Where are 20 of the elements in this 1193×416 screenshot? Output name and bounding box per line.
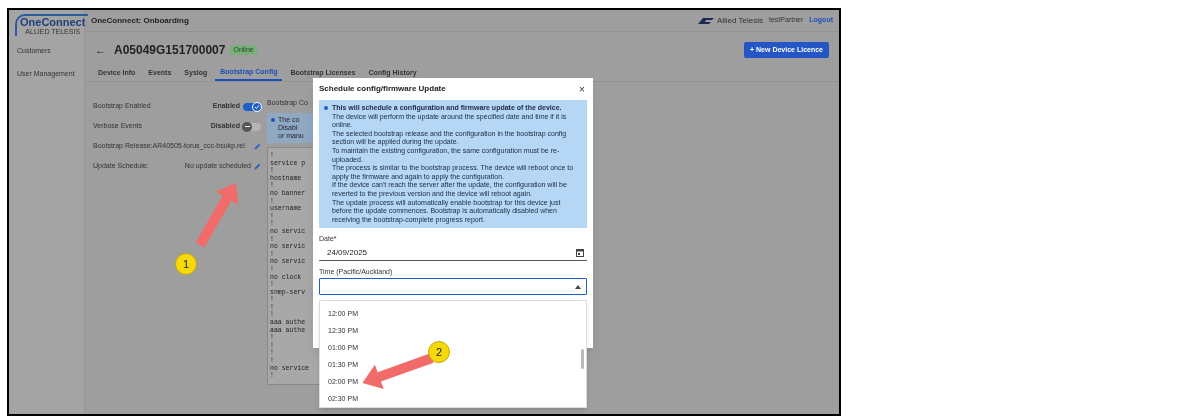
minus-icon <box>244 125 250 128</box>
check-icon <box>254 103 260 110</box>
logo-mark-icon <box>697 17 714 24</box>
scrollbar-thumb[interactable] <box>581 349 584 369</box>
time-select[interactable] <box>319 278 587 296</box>
toggle-switch[interactable] <box>243 122 261 131</box>
pointer-arrow <box>362 353 434 390</box>
app-title: OneConnect: Onboarding <box>91 14 189 27</box>
dialog-title: Schedule config/firmware Update <box>319 83 446 95</box>
caret-icon <box>575 284 581 289</box>
brand-name: Allied Telesis <box>716 14 764 27</box>
device-id: A05049G151700007 <box>114 42 226 59</box>
pointer-arrow <box>195 182 239 248</box>
date-field[interactable]: 24/09/2025 <box>319 245 587 261</box>
logo-text: OneConnect <box>20 16 86 28</box>
back-arrow[interactable]: ← <box>95 41 106 59</box>
toggle-switch[interactable] <box>243 102 261 111</box>
close-button[interactable]: × <box>577 81 587 97</box>
date-value: 24/09/2025 <box>327 246 368 259</box>
calendar-icon[interactable] <box>576 248 584 258</box>
